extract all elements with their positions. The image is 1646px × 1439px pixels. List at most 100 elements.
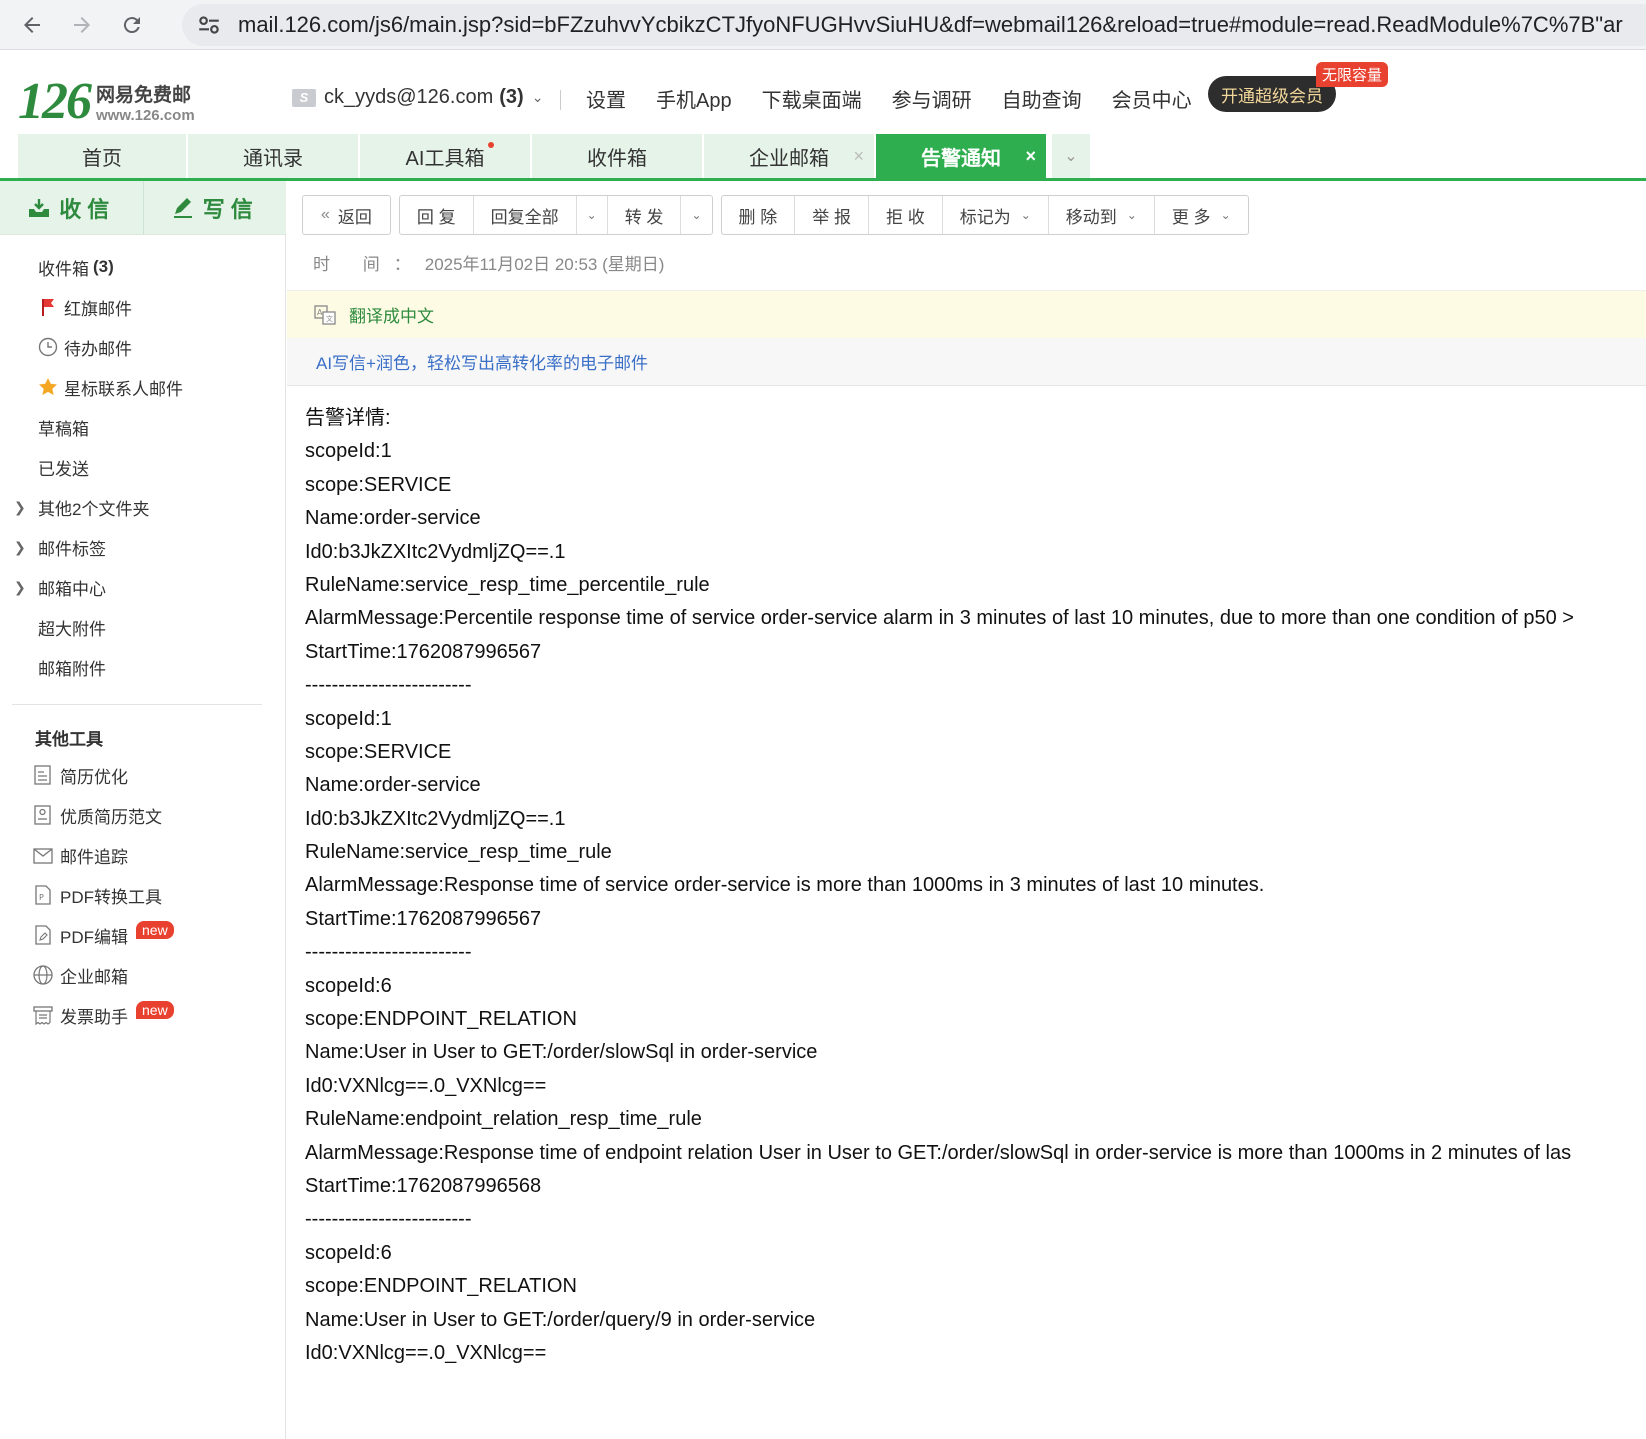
move-to-button[interactable]: 移动到 ⌄ [1049,196,1155,234]
notification-dot [488,142,494,148]
back-arrow-icon[interactable] [14,7,50,43]
chevron-down-icon: ⌄ [1020,208,1031,222]
logo-text: 网易免费邮 [96,84,192,106]
divider [560,90,561,110]
forward-options-chevron-icon[interactable]: ⌄ [681,196,711,234]
body-line: Id0:VXNlcg==.0_VXNlcg== [305,1341,547,1364]
body-line: scope:ENDPOINT_RELATION [305,1275,577,1298]
body-line: scope:ENDPOINT_RELATION [305,1008,577,1031]
chevron-down-icon: ⌄ [1126,208,1137,222]
tab-bar: 首页 通讯录 AI工具箱 收件箱 企业邮箱 × 告警通知 × ⌄ [0,134,1090,180]
reject-button[interactable]: 拒 收 [869,196,943,234]
link-mobile-app[interactable]: 手机App [656,84,732,113]
body-line: RuleName:service_resp_time_rule [305,841,612,864]
link-survey[interactable]: 参与调研 [892,84,972,113]
translate-bar: A文 翻译成中文 [287,290,1646,338]
body-line: Name:User in User to GET:/order/query/9 … [305,1308,816,1331]
body-line: StartTime:1762087996568 [305,1174,542,1197]
reload-icon[interactable] [114,7,150,43]
body-line: AlarmMessage:Response time of service or… [305,874,1265,897]
translate-link[interactable]: 翻译成中文 [349,302,434,327]
folder-mail-center[interactable]: ❯ 邮箱中心 [0,567,286,607]
folder-flagged[interactable]: 红旗邮件 [0,287,286,327]
link-self-service[interactable]: 自助查询 [1002,84,1082,113]
chevron-right-icon[interactable]: ❯ [14,499,26,516]
chevron-right-icon[interactable]: ❯ [14,579,26,596]
svg-text:文: 文 [326,314,333,323]
tool-pdf-edit[interactable]: PDF编辑 new [0,915,286,955]
folder-list: 收件箱 (3) 红旗邮件 待办邮件 星标联系人邮件 草稿箱 已发送 ❯ 其他2个文件… [0,247,286,687]
time-label: 时 间： [313,255,425,274]
folder-other-folders[interactable]: ❯ 其他2个文件夹 [0,487,286,527]
tool-resume-optimize[interactable]: 简历优化 [0,755,286,795]
account-switcher[interactable]: S ck_yyds@126.com (3) ⌄ [292,86,543,109]
body-line: scope:SERVICE [305,740,452,763]
folder-large-attachments[interactable]: 超大附件 [0,607,286,647]
receive-button[interactable]: 收信 [0,181,144,234]
tool-invoice-helper[interactable]: 发票助手 new [0,995,286,1035]
star-icon [38,377,58,397]
logo[interactable]: 126 网易免费邮 www.126.com [18,72,195,131]
body-line: Id0:b3JkZXItc2VydmljZQ==.1 [305,540,566,563]
folder-starred-contacts[interactable]: 星标联系人邮件 [0,367,286,407]
report-button[interactable]: 举 报 [795,196,869,234]
folder-attachments[interactable]: 邮箱附件 [0,647,286,687]
tabs-more-chevron-icon[interactable]: ⌄ [1052,134,1090,178]
chevron-right-icon[interactable]: ❯ [14,539,26,556]
link-settings[interactable]: 设置 [586,84,626,113]
link-member-center[interactable]: 会员中心 [1112,84,1192,113]
pdf-icon: P [35,885,51,905]
account-email: ck_yyds@126.com [324,86,494,108]
tool-resume-templates[interactable]: 优质简历范文 [0,795,286,835]
body-line: ------------------------- [305,674,472,697]
folder-drafts[interactable]: 草稿箱 [0,407,286,447]
ai-promo-link[interactable]: AI写信+润色，轻松写出高转化率的电子邮件 [287,338,1646,386]
tool-enterprise-mail[interactable]: 企业邮箱 [0,955,286,995]
address-bar[interactable]: mail.126.com/js6/main.jsp?sid=bFZzuhvvYc… [182,4,1646,46]
back-button[interactable]: « 返回 [303,196,390,234]
folder-sent[interactable]: 已发送 [0,447,286,487]
logo-number: 126 [18,73,92,130]
tab-inbox[interactable]: 收件箱 [532,134,702,178]
double-chevron-left-icon: « [321,206,330,223]
reply-button[interactable]: 回 复 [400,196,474,234]
folder-mail-tags[interactable]: ❯ 邮件标签 [0,527,286,567]
close-icon[interactable]: × [853,146,864,167]
reply-options-chevron-icon[interactable]: ⌄ [577,196,608,234]
body-line: ------------------------- [305,941,472,964]
chevron-down-icon: ⌄ [531,89,544,105]
body-line: Name:User in User to GET:/order/slowSql … [305,1041,818,1064]
browser-toolbar: mail.126.com/js6/main.jsp?sid=bFZzuhvvYc… [0,0,1646,50]
body-line: ------------------------- [305,1208,472,1231]
compose-button[interactable]: 写信 [144,181,287,234]
url-text[interactable]: mail.126.com/js6/main.jsp?sid=bFZzuhvvYc… [238,12,1623,38]
body-line: AlarmMessage:Percentile response time of… [305,607,1574,630]
tab-ai-toolbox[interactable]: AI工具箱 [360,134,530,178]
more-button[interactable]: 更 多 ⌄ [1155,196,1248,234]
body-line: Id0:b3JkZXItc2VydmljZQ==.1 [305,807,566,830]
tab-enterprise-mail[interactable]: 企业邮箱 × [704,134,874,178]
tab-contacts[interactable]: 通讯录 [188,134,358,178]
tab-alert-notice[interactable]: 告警通知 × [876,134,1046,178]
mail-header: 126 网易免费邮 www.126.com S ck_yyds@126.com … [0,60,1646,140]
link-desktop[interactable]: 下载桌面端 [762,84,862,113]
mail-body: 告警详情: scopeId:1 scope:SERVICE Name:order-se… [305,402,1645,1370]
delete-button[interactable]: 删 除 [722,196,796,234]
tools-list: 简历优化 优质简历范文 邮件追踪 P PDF转换工具 PDF编辑 new 企业邮… [0,755,286,1035]
inbox-count: (3) [93,257,114,276]
account-icon: S [292,88,316,107]
reply-all-button[interactable]: 回复全部 [474,196,577,234]
forward-button[interactable]: 转 发 [608,196,682,234]
body-line: 告警详情: [305,407,391,429]
body-line: StartTime:1762087996567 [305,907,542,930]
close-icon[interactable]: × [1025,146,1036,167]
mark-as-button[interactable]: 标记为 ⌄ [943,196,1049,234]
tab-home[interactable]: 首页 [18,134,186,178]
site-settings-icon[interactable] [196,12,222,38]
tool-mail-tracking[interactable]: 邮件追踪 [0,835,286,875]
tool-pdf-convert[interactable]: P PDF转换工具 [0,875,286,915]
folder-inbox[interactable]: 收件箱 (3) [0,247,286,287]
forward-arrow-icon[interactable] [64,7,100,43]
svg-text:P: P [39,893,44,902]
folder-todo[interactable]: 待办邮件 [0,327,286,367]
